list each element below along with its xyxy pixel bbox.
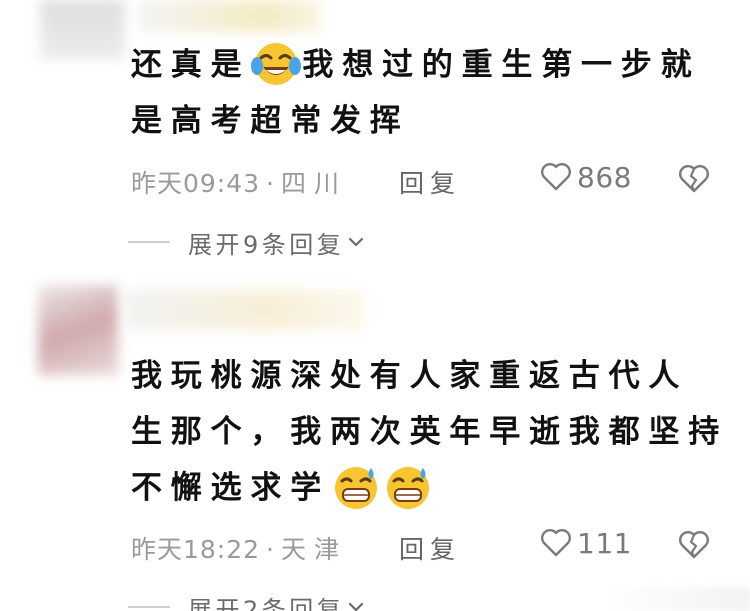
- comment-2-line-3: 不懈选求学: [131, 460, 728, 516]
- comment-2-date-location: 昨天18:22 · 天津: [131, 530, 347, 566]
- watermark: [600, 587, 750, 611]
- comment-2-text-part: 生那个，我两次英年早逝我都坚持: [131, 414, 728, 450]
- comment-date: 昨天18:22: [131, 535, 261, 564]
- comment-2-line-2: 生那个，我两次英年早逝我都坚持: [131, 404, 728, 460]
- comment-2-meta: 昨天18:22 · 天津 回复 111: [131, 526, 750, 566]
- like-button[interactable]: 111: [539, 526, 632, 560]
- grin-sweat-emoji: [335, 466, 377, 509]
- reply-button[interactable]: 回复: [399, 530, 461, 566]
- separator: ·: [266, 535, 275, 564]
- heart-outline-icon: [541, 529, 571, 557]
- broken-heart-icon[interactable]: [677, 528, 711, 562]
- comment-2-line-1: 我玩桃源深处有人家重返古代人: [131, 348, 728, 404]
- expand-replies-button[interactable]: 展开2条回复: [128, 590, 366, 611]
- chevron-down-icon: [349, 602, 364, 611]
- comment-2-text-part: 不懈选求学: [131, 470, 330, 506]
- grin-sweat-emoji: [387, 466, 429, 509]
- expand-divider: [128, 606, 170, 608]
- comment-location: 天津: [281, 535, 348, 564]
- comment-2-text: 我玩桃源深处有人家重返古代人 生那个，我两次英年早逝我都坚持 不懈选求学: [131, 348, 728, 516]
- comment-2-text-part: 我玩桃源深处有人家重返古代人: [131, 358, 689, 394]
- like-count: 111: [577, 526, 632, 560]
- comment-2: 我玩桃源深处有人家重返古代人 生那个，我两次英年早逝我都坚持 不懈选求学 昨天1: [0, 0, 750, 611]
- expand-replies-label: 展开2条回复: [188, 595, 345, 611]
